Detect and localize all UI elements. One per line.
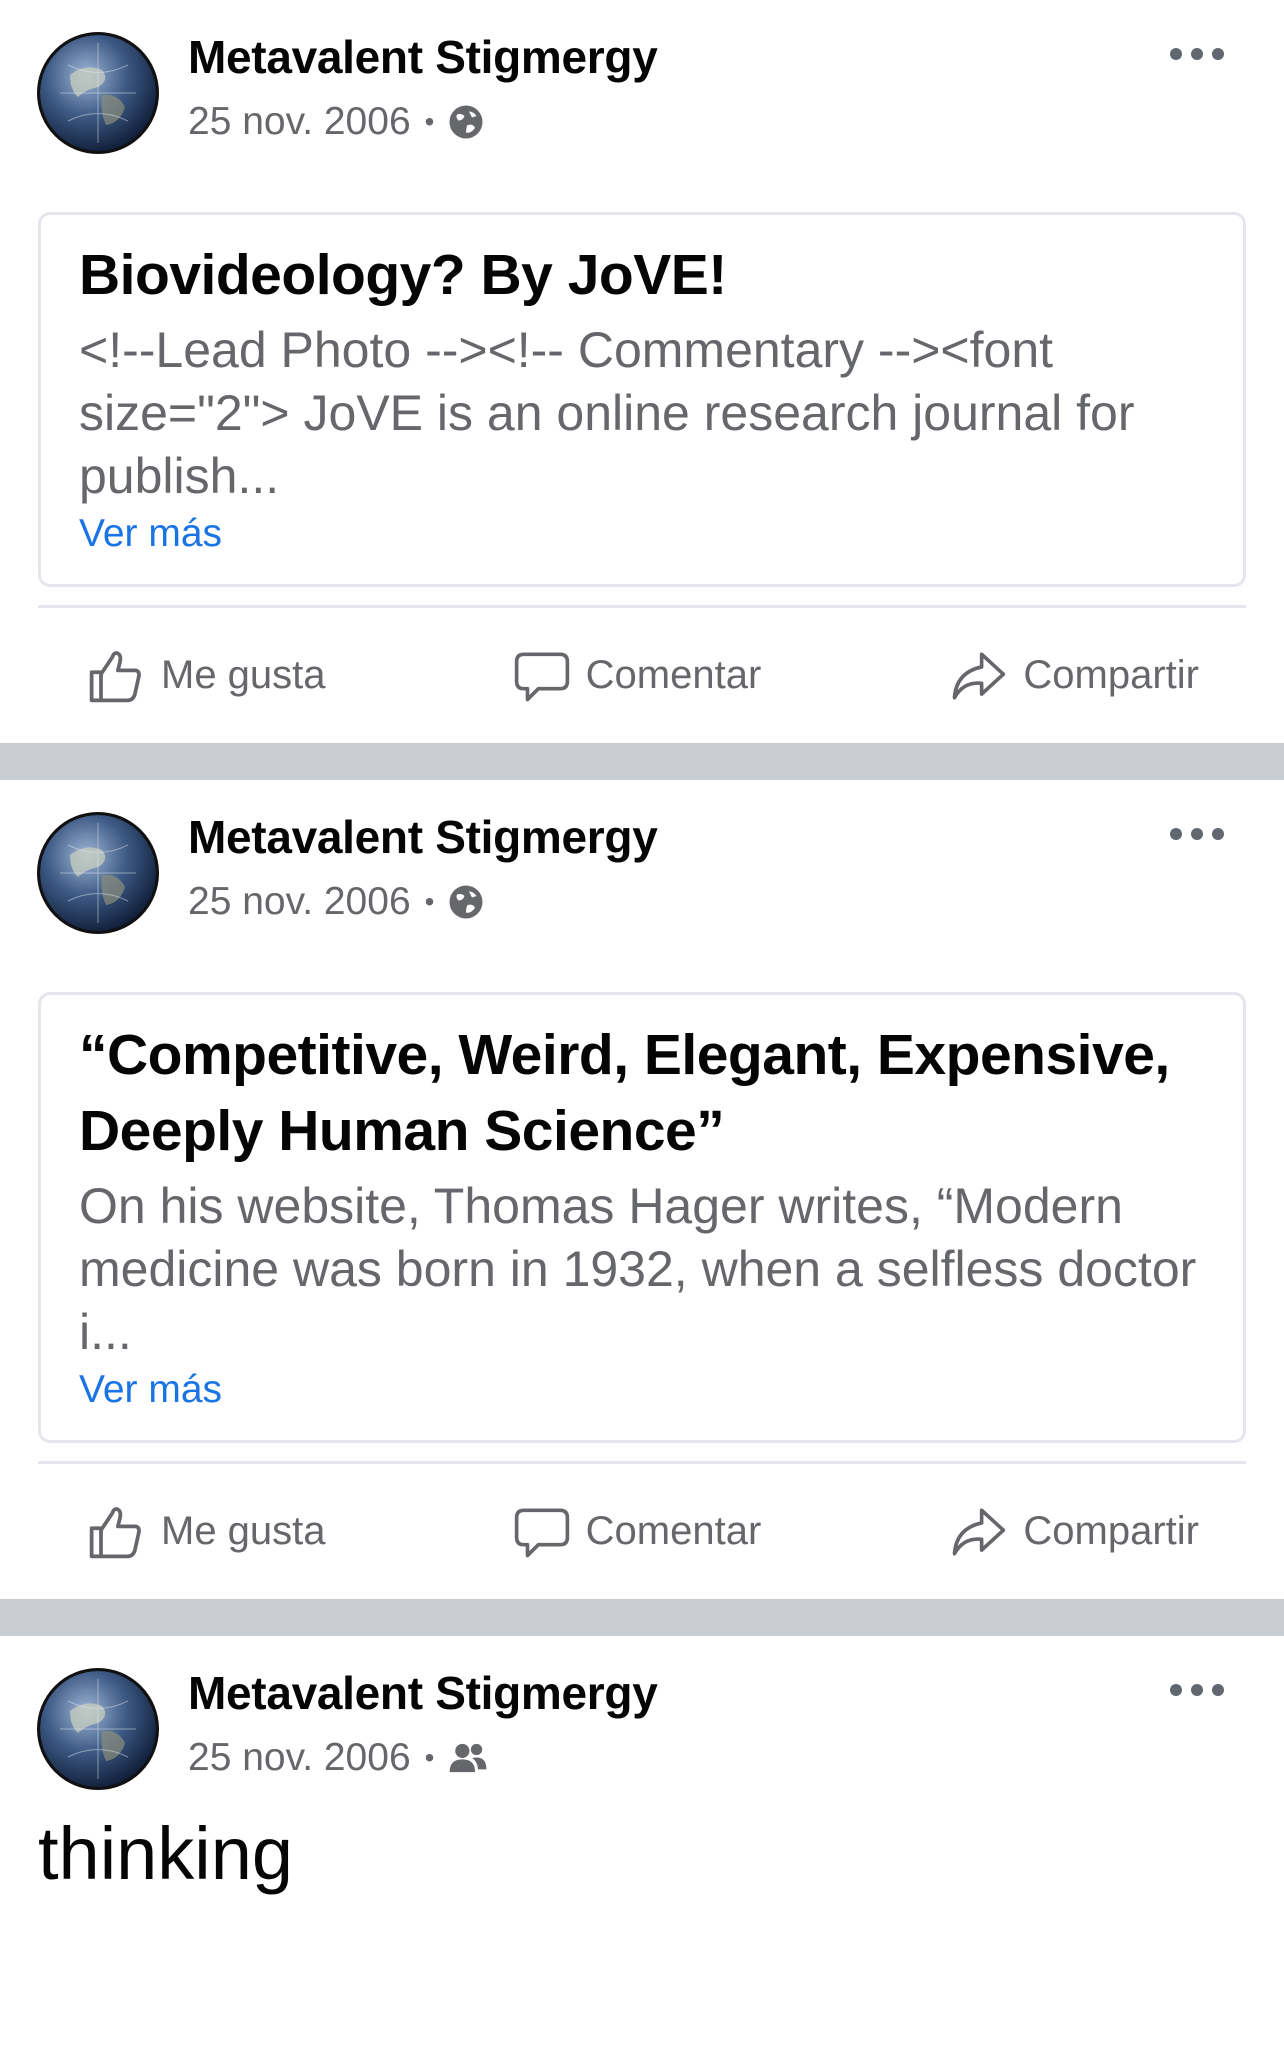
post-meta: 25 nov. 2006 • — [188, 1736, 488, 1780]
post-meta: 25 nov. 2006 • — [188, 100, 484, 144]
link-title: “Competitive, Weird, Elegant, Expensive,… — [79, 1023, 1170, 1163]
post-date[interactable]: 25 nov. 2006 — [188, 1736, 411, 1780]
thumbs-up-icon — [89, 1506, 141, 1558]
post-date[interactable]: 25 nov. 2006 — [188, 100, 411, 144]
friends-icon — [450, 1743, 487, 1773]
comment-button[interactable]: Comentar — [512, 1503, 762, 1561]
see-more-link[interactable]: Ver más — [79, 1368, 1205, 1412]
more-options-button[interactable] — [1170, 824, 1224, 844]
post-meta: 25 nov. 2006 • — [188, 880, 484, 924]
share-label: Compartir — [1023, 653, 1199, 697]
like-label: Me gusta — [161, 1509, 326, 1553]
author-avatar[interactable] — [37, 1668, 159, 1790]
earth-globe-avatar-icon — [40, 35, 156, 151]
post-actions: Me gusta Comentar Compartir — [38, 1461, 1246, 1599]
meta-separator-dot: • — [424, 1742, 435, 1773]
like-label: Me gusta — [161, 653, 326, 697]
comment-label: Comentar — [585, 1509, 762, 1553]
post-1: Metavalent Stigmergy 25 nov. 2006 • Biov… — [0, 0, 1284, 743]
link-title: Biovideology? By JoVE! — [79, 243, 727, 307]
meta-separator-dot: • — [424, 886, 435, 917]
share-arrow-icon — [953, 1507, 1006, 1556]
post-header: Metavalent Stigmergy 25 nov. 2006 • — [0, 0, 1284, 165]
share-arrow-icon — [953, 651, 1006, 700]
like-button[interactable]: Me gusta — [85, 1502, 326, 1562]
share-button[interactable]: Compartir — [947, 647, 1199, 705]
post-date[interactable]: 25 nov. 2006 — [188, 880, 411, 924]
post-text: thinking — [38, 1812, 294, 1895]
comment-label: Comentar — [585, 653, 762, 697]
link-preview-card[interactable]: “Competitive, Weird, Elegant, Expensive,… — [38, 992, 1246, 1443]
share-label: Compartir — [1023, 1509, 1199, 1553]
post-2: Metavalent Stigmergy 25 nov. 2006 • “Com… — [0, 780, 1284, 1599]
post-3: Metavalent Stigmergy 25 nov. 2006 • thin… — [0, 1636, 1284, 1896]
more-options-button[interactable] — [1170, 44, 1224, 64]
thumbs-up-icon — [89, 650, 141, 702]
share-button[interactable]: Compartir — [947, 1503, 1199, 1561]
earth-globe-avatar-icon — [40, 1671, 156, 1787]
author-name[interactable]: Metavalent Stigmergy — [188, 1666, 658, 1720]
globe-icon — [449, 885, 483, 919]
meta-separator-dot: • — [424, 106, 435, 137]
link-description: <!--Lead Photo --><!-- Commentary --><fo… — [79, 322, 1135, 504]
post-header: Metavalent Stigmergy 25 nov. 2006 • — [0, 780, 1284, 945]
post-actions: Me gusta Comentar Compartir — [38, 605, 1246, 743]
author-name[interactable]: Metavalent Stigmergy — [188, 30, 658, 84]
comment-button[interactable]: Comentar — [512, 647, 762, 705]
comment-bubble-icon — [514, 1507, 569, 1557]
like-button[interactable]: Me gusta — [85, 646, 326, 706]
comment-bubble-icon — [514, 651, 569, 701]
post-header: Metavalent Stigmergy 25 nov. 2006 • — [0, 1636, 1284, 1801]
see-more-link[interactable]: Ver más — [79, 512, 1205, 556]
more-options-button[interactable] — [1170, 1680, 1224, 1700]
earth-globe-avatar-icon — [40, 815, 156, 931]
link-description: On his website, Thomas Hager writes, “Mo… — [79, 1178, 1197, 1360]
author-avatar[interactable] — [37, 32, 159, 154]
author-avatar[interactable] — [37, 812, 159, 934]
feed-separator — [0, 1599, 1284, 1636]
globe-icon — [449, 105, 483, 139]
author-name[interactable]: Metavalent Stigmergy — [188, 810, 658, 864]
link-preview-card[interactable]: Biovideology? By JoVE! <!--Lead Photo --… — [38, 212, 1246, 587]
feed-separator — [0, 743, 1284, 780]
